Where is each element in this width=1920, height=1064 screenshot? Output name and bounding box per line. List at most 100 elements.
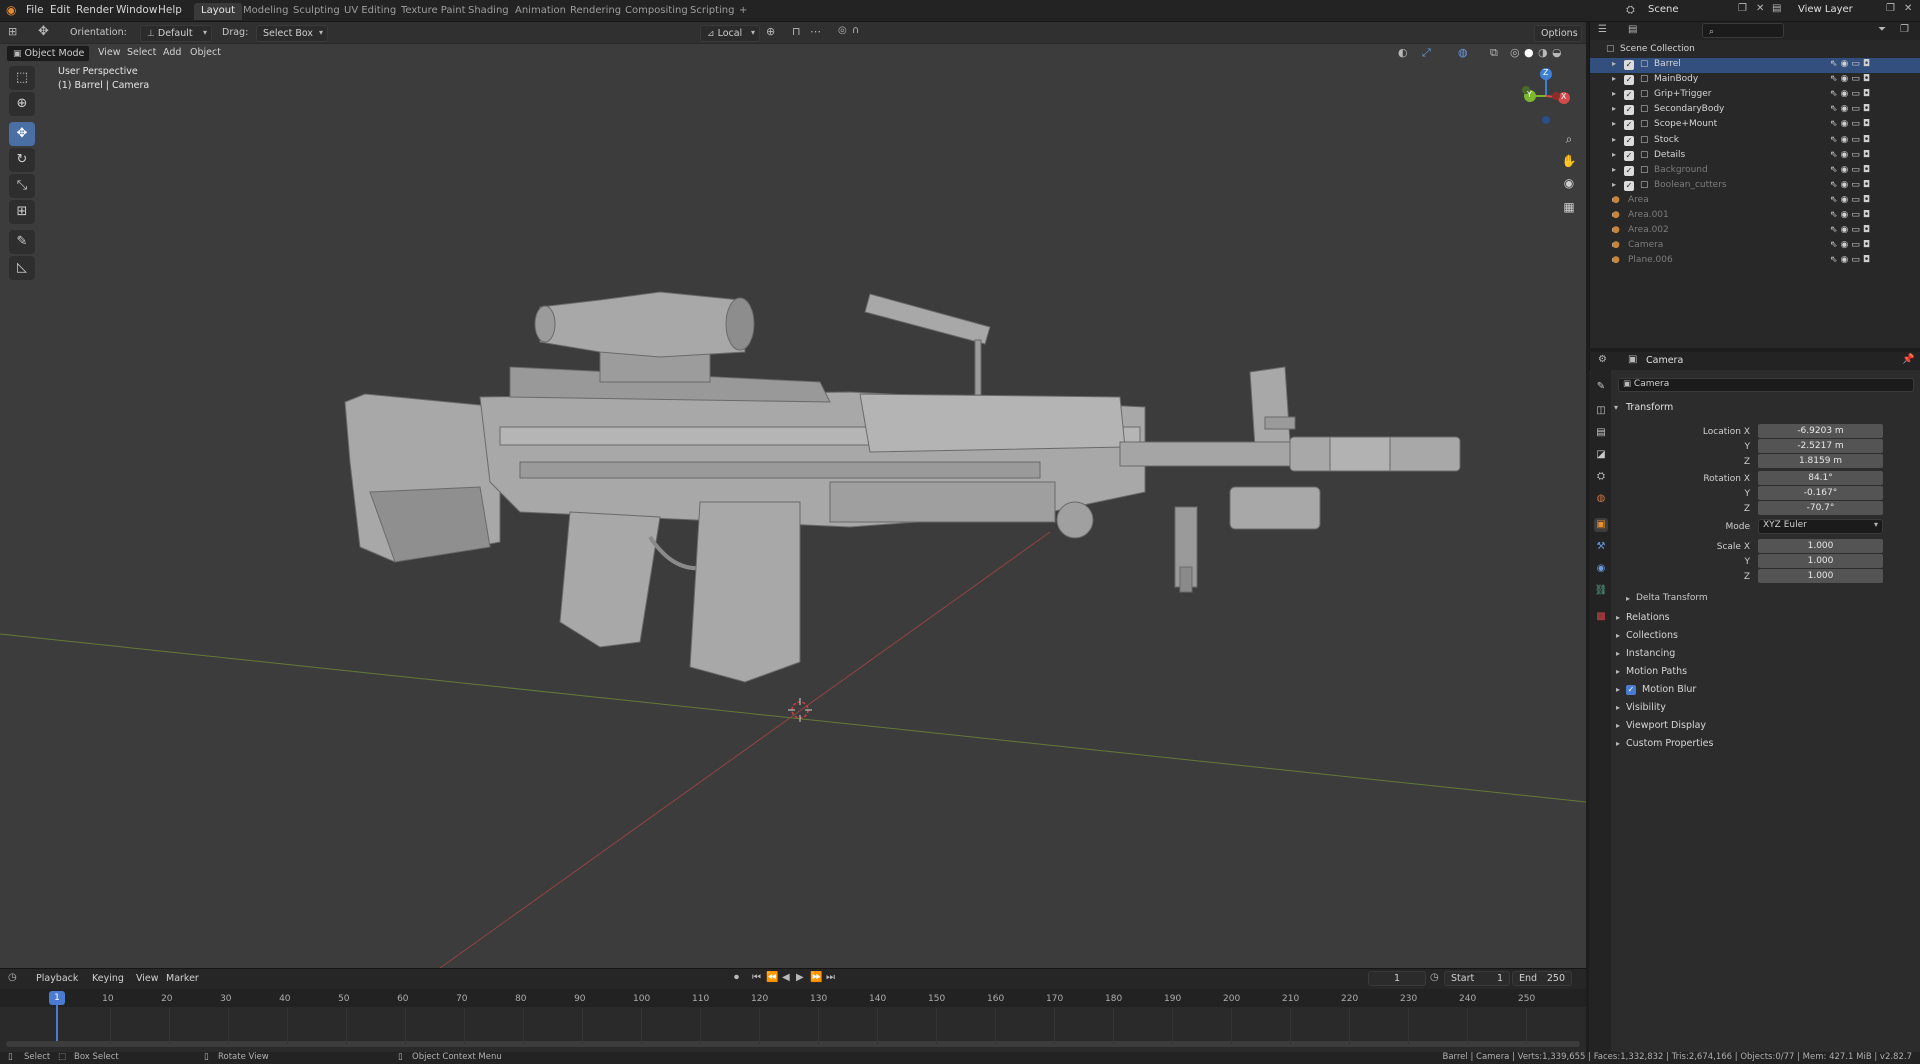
- pan-hand-icon[interactable]: ✋: [1558, 150, 1580, 172]
- solid-shading-icon[interactable]: ●: [1524, 46, 1534, 59]
- outliner-item[interactable]: ▸ ● Area ⇖◉▭◘: [1590, 194, 1920, 209]
- jump-end-icon[interactable]: ⏭: [826, 972, 835, 983]
- constraints-tab-icon[interactable]: ⛓: [1594, 584, 1608, 598]
- camera-view-icon[interactable]: ◉: [1558, 172, 1580, 194]
- outliner-root[interactable]: ▢ Scene Collection: [1590, 43, 1920, 58]
- transform-panel-header[interactable]: Transform: [1626, 402, 1673, 413]
- rotation-y-field[interactable]: -0.167°: [1758, 486, 1883, 500]
- expand-arrow-icon[interactable]: ▸: [1612, 59, 1616, 68]
- perspective-toggle-icon[interactable]: ▦: [1558, 196, 1580, 218]
- measure-tool[interactable]: ◺: [9, 256, 35, 280]
- outliner-item[interactable]: ▸ ● Area.002 ⇖◉▭◘: [1590, 224, 1920, 239]
- exclude-checkbox[interactable]: ✓: [1624, 135, 1634, 146]
- motion-blur-checkbox[interactable]: ✓: [1626, 685, 1636, 695]
- restriction-toggles-icon[interactable]: ⇖◉▭◘: [1830, 195, 1873, 205]
- restriction-toggles-icon[interactable]: ⇖◉▭◘: [1830, 225, 1873, 235]
- play-icon[interactable]: ▶: [796, 972, 804, 983]
- restriction-toggles-icon[interactable]: ⇖◉▭◘: [1830, 104, 1873, 114]
- outliner-item[interactable]: ▸ ● Plane.006 ⇖◉▭◘: [1590, 254, 1920, 269]
- cursor-tool[interactable]: ⊕: [9, 92, 35, 116]
- select-box-tool[interactable]: ⬚: [9, 66, 35, 90]
- scale-z-field[interactable]: 1.000: [1758, 569, 1883, 583]
- rotation-mode-select[interactable]: XYZ Euler ▾: [1758, 519, 1883, 534]
- panel-header[interactable]: Collections: [1626, 630, 1678, 641]
- drag-select[interactable]: Select Box ▾: [256, 25, 328, 42]
- new-collection-icon[interactable]: ❐: [1900, 24, 1909, 35]
- expand-arrow-icon[interactable]: ▸: [1612, 119, 1616, 128]
- menu-add[interactable]: Add: [163, 47, 181, 58]
- record-icon[interactable]: ⏺: [734, 972, 739, 983]
- expand-arrow-icon[interactable]: ▸: [1612, 104, 1616, 113]
- play-reverse-icon[interactable]: ◀: [782, 972, 790, 983]
- restriction-toggles-icon[interactable]: ⇖◉▭◘: [1830, 150, 1873, 160]
- menu-keying[interactable]: Keying: [92, 973, 124, 984]
- panel-header[interactable]: Motion Blur: [1642, 684, 1696, 695]
- render-tab-icon[interactable]: ◫: [1594, 404, 1608, 418]
- outliner-item[interactable]: ▸ ✓ ▢ Background ⇖◉▭◘: [1590, 164, 1920, 179]
- gizmo-toggle-icon[interactable]: ⤢: [1422, 46, 1431, 60]
- outliner-item[interactable]: ▸ ✓ ▢ Details ⇖◉▭◘: [1590, 149, 1920, 164]
- transform-pivot-select[interactable]: ⊿ Local ▾: [700, 25, 760, 42]
- menu-playback[interactable]: Playback: [36, 973, 78, 984]
- visibility-icon[interactable]: ◐: [1398, 46, 1408, 59]
- texture-tab-icon[interactable]: ▩: [1594, 610, 1608, 624]
- menu-view[interactable]: View: [98, 47, 121, 58]
- menu-timeline-view[interactable]: View: [136, 973, 159, 984]
- outliner-editor-icon[interactable]: ☰: [1598, 24, 1607, 35]
- outliner-item[interactable]: ▸ ✓ ▢ Grip+Trigger ⇖◉▭◘: [1590, 88, 1920, 103]
- restriction-toggles-icon[interactable]: ⇖◉▭◘: [1830, 210, 1873, 220]
- overlay-toggle-icon[interactable]: ◍: [1458, 46, 1468, 59]
- snap-increment-icon[interactable]: ⋯: [810, 25, 821, 38]
- outliner-search-input[interactable]: ⌕: [1702, 23, 1784, 38]
- xray-icon[interactable]: ⧉: [1490, 46, 1498, 60]
- material-shading-icon[interactable]: ◑: [1538, 46, 1548, 59]
- outliner-item[interactable]: ▸ ✓ ▢ MainBody ⇖◉▭◘: [1590, 73, 1920, 88]
- panel-header[interactable]: Viewport Display: [1626, 720, 1706, 731]
- object-name-input[interactable]: ▣ Camera: [1618, 378, 1914, 392]
- scale-y-field[interactable]: 1.000: [1758, 554, 1883, 568]
- tool-tab-icon[interactable]: ✎: [1594, 380, 1608, 394]
- restriction-toggles-icon[interactable]: ⇖◉▭◘: [1830, 165, 1873, 175]
- orientation-select[interactable]: ⊥ Default ▾: [140, 25, 212, 42]
- scale-x-field[interactable]: 1.000: [1758, 539, 1883, 553]
- menu-help[interactable]: Help: [158, 4, 182, 16]
- physics-tab-icon[interactable]: ◉: [1594, 562, 1608, 576]
- delete-scene-icon[interactable]: ✕: [1756, 3, 1764, 14]
- panel-header[interactable]: Visibility: [1626, 702, 1666, 713]
- tab-layout[interactable]: Layout: [194, 3, 242, 20]
- exclude-checkbox[interactable]: ✓: [1624, 90, 1634, 101]
- add-workspace-button[interactable]: +: [732, 3, 754, 20]
- expand-arrow-icon[interactable]: ▸: [1612, 89, 1616, 98]
- restriction-toggles-icon[interactable]: ⇖◉▭◘: [1830, 74, 1873, 84]
- menu-file[interactable]: File: [26, 4, 44, 16]
- menu-object[interactable]: Object: [190, 47, 221, 58]
- output-tab-icon[interactable]: ▤: [1594, 426, 1608, 440]
- panel-header[interactable]: Instancing: [1626, 648, 1675, 659]
- restriction-toggles-icon[interactable]: ⇖◉▭◘: [1830, 255, 1873, 265]
- scale-tool[interactable]: ⤡: [9, 174, 35, 198]
- wireframe-shading-icon[interactable]: ◎: [1510, 46, 1520, 59]
- start-frame-field[interactable]: Start 1: [1444, 971, 1510, 986]
- scene-name[interactable]: Scene: [1648, 4, 1679, 15]
- expand-arrow-icon[interactable]: ▸: [1612, 135, 1616, 144]
- current-frame-field[interactable]: 1: [1368, 971, 1426, 986]
- outliner-item[interactable]: ▸ ✓ ▢ Scope+Mount ⇖◉▭◘: [1590, 118, 1920, 133]
- exclude-checkbox[interactable]: ✓: [1624, 60, 1634, 70]
- pivot-point-icon[interactable]: ⊕: [766, 25, 775, 38]
- 3d-viewport[interactable]: [0, 22, 1586, 968]
- rotation-z-field[interactable]: -70.7°: [1758, 501, 1883, 515]
- properties-editor-icon[interactable]: ⚙: [1598, 354, 1607, 365]
- outliner-item[interactable]: ▸ ✓ ▢ SecondaryBody ⇖◉▭◘: [1590, 103, 1920, 118]
- outliner-item[interactable]: ▸ ● Area.001 ⇖◉▭◘: [1590, 209, 1920, 224]
- menu-window[interactable]: Window: [116, 4, 157, 16]
- exclude-checkbox[interactable]: ✓: [1624, 75, 1634, 86]
- world-tab-icon[interactable]: ◍: [1594, 492, 1608, 506]
- exclude-checkbox[interactable]: ✓: [1624, 105, 1634, 116]
- expand-arrow-icon[interactable]: ▸: [1612, 180, 1616, 189]
- outliner-item[interactable]: ▸ ✓ ▢ Boolean_cutters ⇖◉▭◘: [1590, 179, 1920, 194]
- outliner-item[interactable]: ▸ ● Camera ⇖◉▭◘: [1590, 239, 1920, 254]
- options-dropdown[interactable]: Options: [1534, 25, 1582, 42]
- panel-header[interactable]: Relations: [1626, 612, 1670, 623]
- rotation-x-field[interactable]: 84.1°: [1758, 471, 1883, 485]
- timeline-editor-icon[interactable]: ◷: [8, 972, 17, 983]
